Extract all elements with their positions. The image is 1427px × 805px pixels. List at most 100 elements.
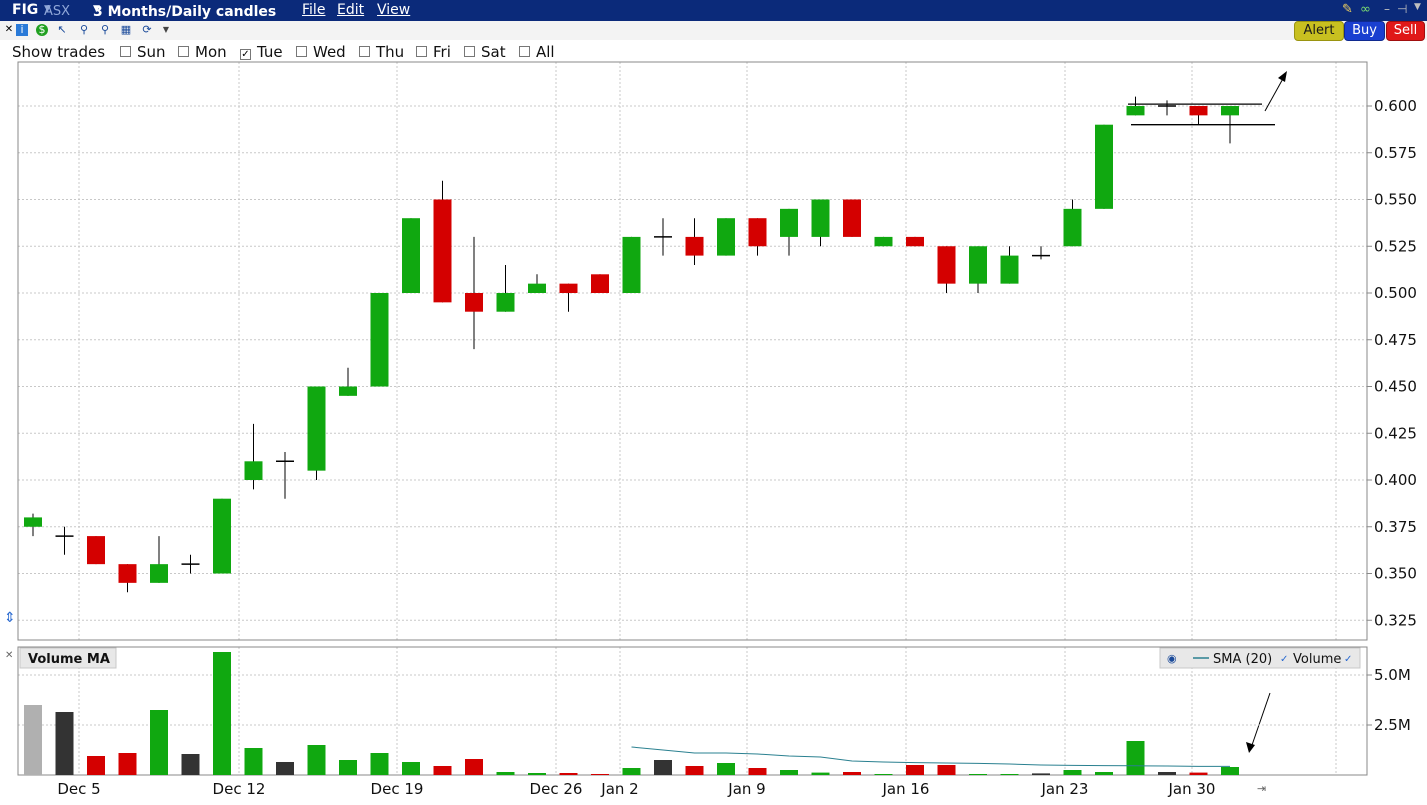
- day-label: Fri: [433, 43, 451, 61]
- checkbox[interactable]: [416, 46, 427, 57]
- info-icon[interactable]: i: [16, 24, 28, 36]
- day-label: All: [536, 43, 555, 61]
- volume-bar: [1095, 772, 1113, 775]
- checkbox[interactable]: [359, 46, 370, 57]
- refresh-icon[interactable]: ⟳: [141, 24, 153, 36]
- volume-title-box: Volume MA: [19, 647, 117, 669]
- x-tick-label: Jan 9: [727, 780, 765, 798]
- scroll-end-icon: ⇥: [1257, 782, 1266, 795]
- candle-body: [717, 218, 735, 256]
- day-toggle-all[interactable]: All: [519, 43, 555, 61]
- arrow-head: [1278, 71, 1287, 82]
- volume-bar: [1032, 773, 1050, 775]
- volume-bar: [433, 766, 452, 775]
- zoom-in-icon[interactable]: ⚲: [78, 24, 90, 36]
- pin-icon[interactable]: ⊣: [1397, 2, 1407, 16]
- candle: [1189, 106, 1208, 125]
- price-volume-chart[interactable]: 0.600 0.575 0.550 0.525 0.500 0.475 0.450 0.425…: [0, 0, 1427, 805]
- x-tick-label: Jan 2: [600, 780, 638, 798]
- volume-bar: [748, 768, 767, 775]
- candle: [969, 246, 987, 293]
- checkbox[interactable]: [296, 46, 307, 57]
- volume-bar: [654, 760, 672, 775]
- checkbox[interactable]: [464, 46, 475, 57]
- legend-volume-label: Volume: [1293, 652, 1341, 667]
- volume-bar: [402, 762, 420, 775]
- day-toggle-thu[interactable]: Thu: [359, 43, 404, 61]
- x-tick-label: Jan 30: [1168, 780, 1216, 798]
- buy-button[interactable]: Buy: [1344, 21, 1385, 41]
- candle-body: [1126, 106, 1145, 116]
- volume-bar: [213, 652, 231, 775]
- x-tick-label: Dec 26: [530, 780, 583, 798]
- volume-bar: [150, 710, 168, 775]
- close-panel-icon: ✕: [5, 650, 13, 661]
- candle: [591, 274, 609, 293]
- candle: [87, 536, 105, 565]
- link-icon[interactable]: ∞: [1360, 2, 1371, 17]
- checkbox-checked[interactable]: ✓: [240, 49, 251, 60]
- candle: [118, 564, 137, 593]
- volume-bar: [87, 756, 105, 775]
- day-toggle-mon[interactable]: Mon: [178, 43, 227, 61]
- chart-studies-icon[interactable]: ▦: [120, 24, 132, 36]
- minimize-icon[interactable]: –: [1384, 2, 1390, 16]
- volume-bar: [874, 774, 893, 775]
- checkbox[interactable]: [519, 46, 530, 57]
- volume-bar: [1189, 772, 1208, 775]
- x-tick-label: Jan 23: [1041, 780, 1089, 798]
- volume-bar: [307, 745, 326, 775]
- candle-body: [465, 293, 483, 312]
- volume-legend: ◉ SMA (20) ✓ Volume ✓: [1159, 647, 1361, 669]
- dollar-icon[interactable]: $: [36, 24, 48, 36]
- candle: [1032, 246, 1050, 260]
- alert-button[interactable]: Alert: [1294, 21, 1344, 41]
- y-tick-label: 0.525: [1374, 237, 1417, 255]
- y-tick-label: 0.375: [1374, 518, 1417, 536]
- day-toggle-sat[interactable]: Sat: [464, 43, 506, 61]
- cursor-icon[interactable]: ↖: [56, 24, 68, 36]
- candle-body: [559, 283, 578, 293]
- volume-bar: [118, 753, 137, 775]
- candle-body: [528, 283, 546, 293]
- candle: [559, 283, 578, 312]
- volume-bar: [528, 773, 546, 775]
- pencil-icon[interactable]: ✎: [1342, 2, 1353, 17]
- checkbox[interactable]: [120, 46, 131, 57]
- candle: [55, 526, 74, 555]
- candle-body: [780, 208, 798, 237]
- menu-edit[interactable]: Edit: [337, 2, 364, 18]
- day-toggle-tue[interactable]: ✓ Tue: [240, 43, 283, 61]
- volume-bar: [496, 772, 515, 775]
- menu-view[interactable]: View: [377, 2, 410, 18]
- candle-body: [906, 236, 924, 247]
- y-tick-label: 2.5M: [1374, 716, 1411, 734]
- day-toggle-fri[interactable]: Fri: [416, 43, 451, 61]
- sell-button[interactable]: Sell: [1386, 21, 1425, 41]
- x-tick-label: Jan 16: [882, 780, 930, 798]
- volume-bar: [55, 712, 74, 775]
- x-tick-label: Dec 19: [371, 780, 424, 798]
- chevron-down-icon[interactable]: ▼: [1414, 2, 1421, 12]
- chevron-down-icon[interactable]: ▼: [160, 24, 172, 36]
- day-label: Sun: [137, 43, 166, 61]
- candle-body: [24, 517, 42, 527]
- candle: [181, 554, 200, 574]
- candle: [307, 386, 326, 480]
- zoom-out-icon[interactable]: ⚲: [99, 24, 111, 36]
- checkbox[interactable]: [178, 46, 189, 57]
- volume-bar: [717, 763, 735, 775]
- volume-bar: [591, 774, 609, 775]
- volume-axis: 5.0M 2.5M: [1367, 666, 1411, 734]
- candle: [622, 236, 641, 293]
- volume-bar: [24, 705, 42, 775]
- volume-bar: [370, 753, 389, 775]
- menu-file[interactable]: File: [302, 2, 325, 18]
- symbol-label[interactable]: FIG: [12, 2, 38, 18]
- y-tick-label: 0.350: [1374, 565, 1417, 583]
- close-icon[interactable]: ✕: [3, 24, 15, 36]
- chart-toolbar: ✕ i $ ↖ ⚲ ⚲ ▦ ⟳ ▼: [0, 21, 1427, 40]
- day-toggle-wed[interactable]: Wed: [296, 43, 346, 61]
- day-toggle-sun[interactable]: Sun: [120, 43, 166, 61]
- y-tick-label: 0.550: [1374, 191, 1417, 209]
